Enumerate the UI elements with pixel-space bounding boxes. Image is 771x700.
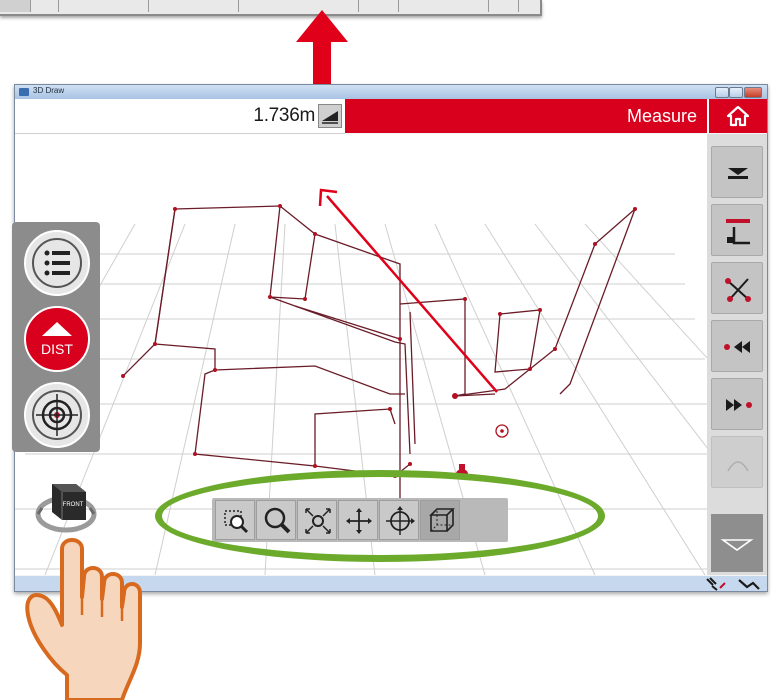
left-tool-palette: DIST <box>12 222 100 452</box>
distance-value: 1.736m <box>253 105 315 126</box>
connect-points-button[interactable] <box>711 262 763 314</box>
menu-button[interactable] <box>24 230 90 296</box>
connector-icon <box>738 579 760 590</box>
dist-label: DIST <box>41 341 73 357</box>
triangle-down-icon <box>720 539 754 551</box>
red-pointer-arrow <box>318 188 498 393</box>
collapse-button[interactable] <box>711 146 763 198</box>
plan-view-button[interactable] <box>711 204 763 256</box>
plan-view-icon <box>726 219 750 245</box>
connect-points-icon <box>725 278 751 302</box>
dist-up-arrow-icon <box>42 322 72 336</box>
pointing-hand-illustration <box>25 538 142 700</box>
list-menu-icon <box>32 238 82 288</box>
home-button[interactable] <box>707 99 767 133</box>
green-highlight-ellipse <box>155 470 605 562</box>
laser-target-marker <box>495 424 509 438</box>
disabled-arc-button[interactable] <box>711 436 763 488</box>
right-toolbar <box>707 134 767 575</box>
wireframe-lines <box>122 205 636 504</box>
mode-label: Measure <box>626 106 697 126</box>
home-icon <box>726 105 750 127</box>
power-plug-icon <box>706 577 726 591</box>
view-cube-label: FRONT <box>62 502 84 508</box>
target-button[interactable] <box>24 382 90 448</box>
target-icon <box>32 390 82 440</box>
wireframe-points <box>121 204 637 478</box>
minimize-button[interactable] <box>715 87 729 98</box>
maximize-button[interactable] <box>729 87 743 98</box>
fast-forward-icon <box>726 399 752 411</box>
slope-distance-icon <box>322 111 338 124</box>
title-bar: 3D Draw <box>15 85 767 99</box>
arc-icon <box>727 461 749 472</box>
window-title: 3D Draw <box>33 86 65 95</box>
rewind-icon <box>724 341 750 353</box>
close-button[interactable] <box>744 87 762 98</box>
next-point-button[interactable] <box>711 378 763 430</box>
dist-button[interactable]: DIST <box>24 306 90 372</box>
mode-header-bar: Measure <box>345 99 707 133</box>
scroll-down-button[interactable] <box>711 514 763 572</box>
cropped-toolbar-strip <box>0 0 542 16</box>
previous-point-button[interactable] <box>711 320 763 372</box>
chevron-down-icon <box>728 168 748 179</box>
distance-display: 1.736m <box>15 99 345 134</box>
app-icon <box>19 88 29 96</box>
distance-mode-button[interactable] <box>318 104 342 128</box>
